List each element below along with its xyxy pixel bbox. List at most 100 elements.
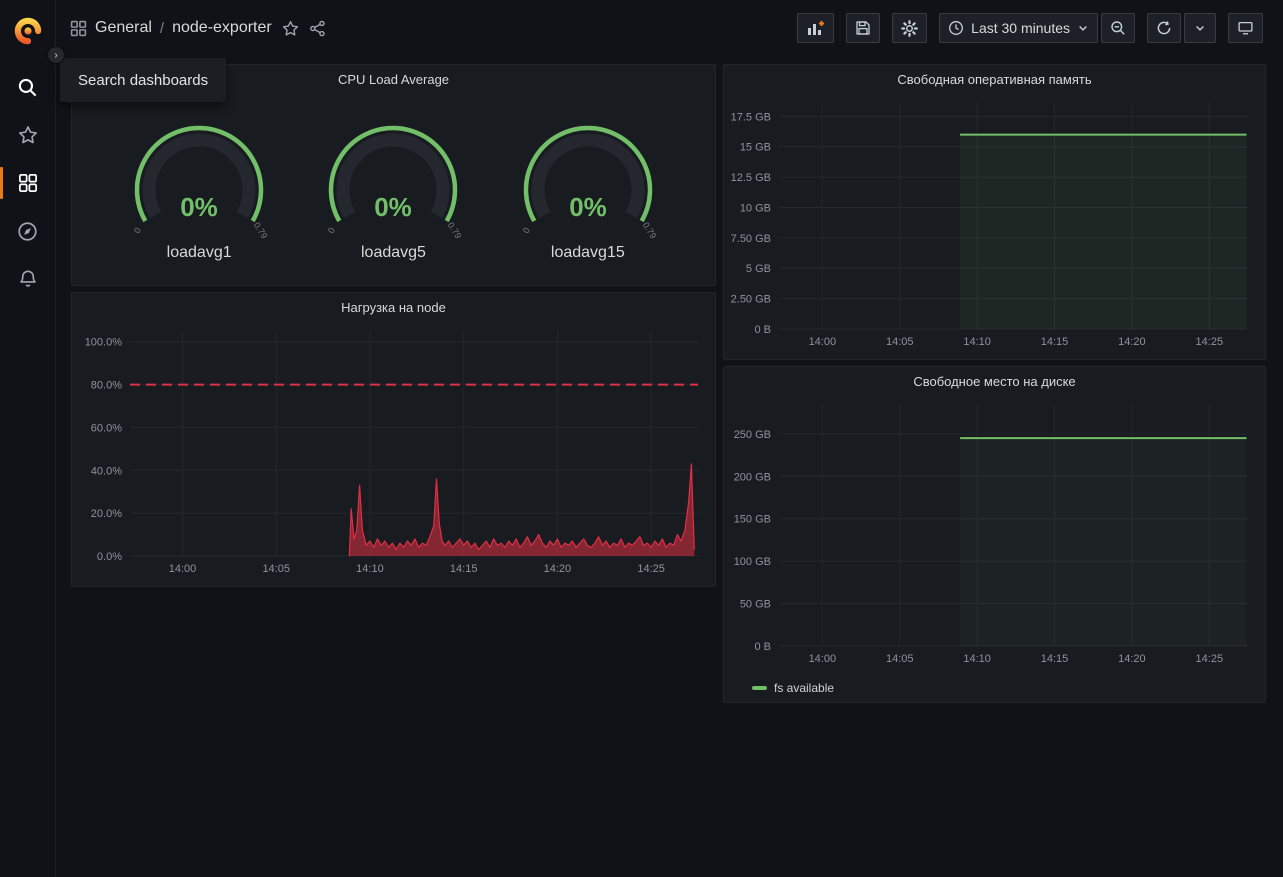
breadcrumb-page[interactable]: node-exporter — [172, 19, 272, 37]
grafana-logo[interactable] — [10, 13, 46, 49]
y-tick-label: 200 GB — [734, 471, 771, 483]
y-tick-label: 12.5 GB — [731, 172, 771, 184]
breadcrumb-section[interactable]: General — [95, 19, 152, 37]
refresh-button[interactable] — [1147, 13, 1181, 43]
y-tick-label: 50 GB — [740, 599, 771, 611]
sidebar-item-alerting[interactable] — [0, 259, 56, 299]
x-tick-label: 14:00 — [809, 653, 837, 665]
panel-title[interactable]: Свободная оперативная память — [724, 65, 1265, 93]
y-tick-label: 15 GB — [740, 142, 771, 154]
chart-legend: fs available — [752, 679, 834, 697]
y-tick-label: 17.5 GB — [731, 111, 771, 123]
y-tick-label: 5 GB — [746, 263, 771, 275]
x-tick-label: 14:05 — [886, 336, 914, 348]
breadcrumb: General / node-exporter — [70, 19, 326, 37]
refresh-icon — [1156, 20, 1172, 36]
sidebar-item-explore[interactable] — [0, 211, 56, 251]
star-icon — [282, 20, 299, 37]
free-disk-chart[interactable]: 14:0014:0514:1014:1514:2014:250 B50 GB10… — [724, 395, 1265, 676]
save-dashboard-button[interactable] — [846, 13, 880, 43]
y-tick-label: 7.50 GB — [731, 233, 771, 245]
gauge-max-label: 0.79 — [446, 220, 464, 240]
panel-node-load: Нагрузка на node 14:0014:0514:1014:1514:… — [71, 292, 716, 587]
gauge-max-label: 0.79 — [640, 220, 658, 240]
y-tick-label: 0 B — [754, 641, 771, 653]
y-tick-label: 80.0% — [91, 380, 122, 392]
refresh-interval-button[interactable] — [1184, 13, 1216, 43]
x-tick-label: 14:25 — [1196, 653, 1224, 665]
search-tooltip-label: Search dashboards — [78, 72, 208, 89]
add-panel-button[interactable] — [797, 13, 834, 43]
dashboard-settings-icon — [901, 20, 918, 37]
panel-free-disk: Свободное место на диске 14:0014:0514:10… — [723, 366, 1266, 703]
x-tick-label: 14:15 — [1041, 653, 1069, 665]
legend-label[interactable]: fs available — [774, 681, 834, 695]
y-tick-label: 100 GB — [734, 556, 771, 568]
time-range-picker[interactable]: Last 30 minutes — [939, 13, 1098, 43]
x-tick-label: 14:15 — [1041, 336, 1069, 348]
time-controls: Last 30 minutes — [939, 13, 1135, 43]
panel-free-memory: Свободная оперативная память 14:0014:051… — [723, 64, 1266, 360]
gauge-max-label: 0.79 — [252, 220, 270, 240]
sidebar-item-search[interactable] — [0, 67, 56, 107]
free-memory-chart[interactable]: 14:0014:0514:1014:1514:2014:250 B2.50 GB… — [724, 93, 1265, 359]
x-tick-label: 14:00 — [169, 563, 197, 575]
panel-title[interactable]: Свободное место на диске — [724, 367, 1265, 395]
node-load-chart[interactable]: 14:0014:0514:1014:1514:2014:250.0%20.0%4… — [72, 321, 715, 586]
alerting-bell-icon — [18, 269, 38, 289]
series-line — [349, 464, 694, 556]
sidebar-item-dashboards[interactable] — [0, 163, 56, 203]
breadcrumb-separator: / — [160, 20, 164, 37]
dashboards-icon — [18, 173, 38, 193]
share-icon — [309, 20, 326, 37]
time-range-label: Last 30 minutes — [971, 20, 1070, 36]
zoom-out-icon — [1110, 20, 1126, 36]
sidebar-expand-button[interactable]: › — [47, 46, 65, 64]
cycle-view-button[interactable] — [1228, 13, 1263, 43]
y-tick-label: 40.0% — [91, 465, 122, 477]
sidebar — [0, 0, 56, 877]
y-tick-label: 20.0% — [91, 508, 122, 520]
x-tick-label: 14:05 — [262, 563, 290, 575]
y-tick-label: 100.0% — [85, 337, 123, 349]
x-tick-label: 14:25 — [637, 563, 665, 575]
star-icon — [18, 125, 38, 145]
gauge-value: 0% — [375, 192, 413, 222]
gauge: 0% 0 0.79 loadavg5 — [308, 116, 478, 262]
dashboard-toolbar: Last 30 minutes — [797, 13, 1263, 43]
refresh-controls — [1147, 13, 1216, 43]
x-tick-label: 14:10 — [963, 336, 991, 348]
y-tick-label: 0.0% — [97, 551, 122, 563]
cycle-view-icon — [1237, 20, 1254, 36]
add-panel-icon — [806, 20, 825, 37]
explore-compass-icon — [17, 221, 38, 242]
sidebar-item-starred[interactable] — [0, 115, 56, 155]
share-dashboard-button[interactable] — [309, 20, 326, 37]
caret-down-icon — [1077, 22, 1089, 34]
gauge-min-label: 0 — [521, 226, 532, 236]
gauge-value: 0% — [180, 192, 218, 222]
y-tick-label: 250 GB — [734, 429, 771, 441]
gauge-min-label: 0 — [326, 226, 337, 236]
zoom-out-button[interactable] — [1101, 13, 1135, 43]
search-tooltip: Search dashboards — [60, 58, 226, 102]
gauge-min-label: 0 — [132, 226, 143, 236]
gauge-title: loadavg1 — [167, 244, 232, 262]
panel-title[interactable]: Нагрузка на node — [72, 293, 715, 321]
series-area — [960, 438, 1246, 646]
y-tick-label: 10 GB — [740, 202, 771, 214]
apps-grid-icon — [70, 20, 87, 37]
top-nav: General / node-exporter — [56, 0, 1283, 56]
gauge: 0% 0 0.79 loadavg1 — [114, 116, 284, 262]
dashboard-settings-button[interactable] — [892, 13, 927, 43]
series-area — [960, 135, 1246, 329]
legend-swatch — [752, 686, 767, 690]
chevron-right-icon: › — [54, 50, 57, 61]
gauge-title: loadavg5 — [361, 244, 426, 262]
gauge-value: 0% — [569, 192, 607, 222]
x-tick-label: 14:20 — [1118, 336, 1146, 348]
search-icon — [17, 77, 38, 98]
x-tick-label: 14:05 — [886, 653, 914, 665]
y-tick-label: 2.50 GB — [731, 294, 771, 306]
star-dashboard-button[interactable] — [282, 20, 299, 37]
